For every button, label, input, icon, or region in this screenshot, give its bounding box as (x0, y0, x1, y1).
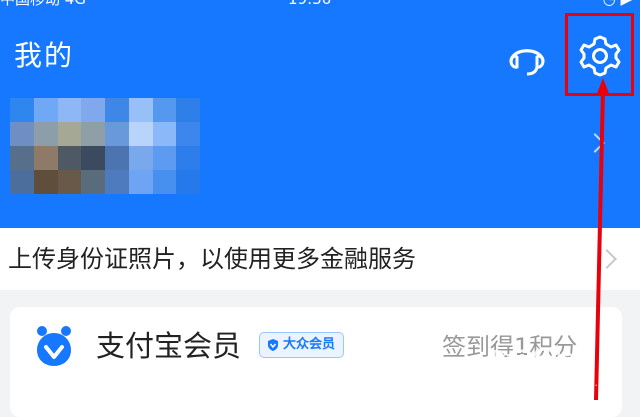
member-title: 支付宝会员 (96, 329, 242, 363)
watermark-url: jingyan.baidu.com (520, 376, 622, 389)
status-bar: 中国移动 4G 19:36 ◔ ▶ (0, 0, 640, 8)
profile-header: 中国移动 4G 19:36 ◔ ▶ 我的 (0, 0, 640, 228)
status-icons: ◔ ▶ (603, 0, 632, 8)
member-level-badge: 大众会员 (259, 332, 345, 358)
member-badge-label: 大众会员 (283, 337, 336, 352)
shield-icon (268, 339, 278, 351)
page-title: 我的 (14, 39, 75, 72)
profile-chevron-icon[interactable] (585, 133, 605, 153)
member-logo-icon (37, 326, 71, 366)
settings-highlight-box (565, 13, 634, 96)
blurred-avatar (10, 98, 200, 194)
id-upload-row[interactable]: 上传身份证照片，以使用更多金融服务 (0, 228, 640, 290)
clock: 19:36 (288, 0, 331, 8)
carrier-label: 中国移动 4G (0, 0, 86, 8)
headset-icon[interactable] (503, 33, 551, 81)
watermark-logo: Bai 经验 (490, 346, 573, 370)
id-upload-text: 上传身份证照片，以使用更多金融服务 (8, 245, 416, 273)
